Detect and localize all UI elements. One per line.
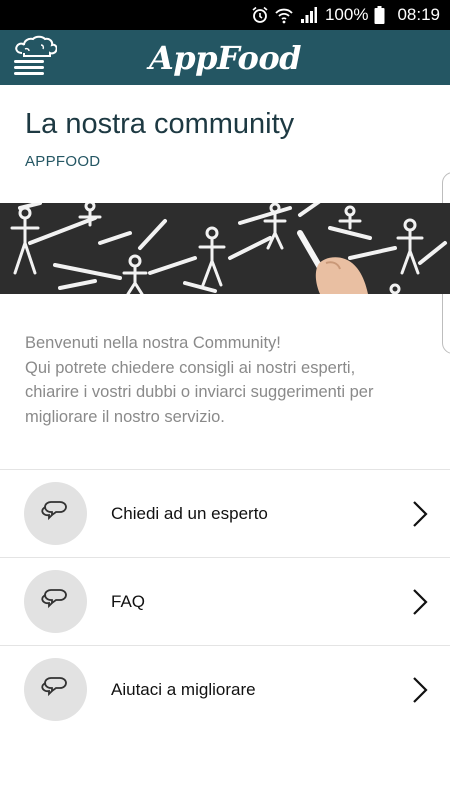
page-title: La nostra community — [25, 108, 295, 140]
intro-line: migliorare il nostro servizio. — [25, 407, 225, 426]
app-logo-title: AppFood — [148, 38, 302, 77]
hero-image — [0, 203, 450, 294]
chevron-right-icon — [412, 588, 428, 621]
battery-percentage: 100% — [324, 5, 369, 24]
item-avatar — [24, 658, 87, 721]
community-menu-list: Chiedi ad un esperto FAQ Aiutaci a migli… — [0, 469, 450, 733]
item-label: Aiutaci a migliorare — [111, 679, 256, 699]
item-label: FAQ — [111, 591, 146, 611]
page-header: La nostra community APPFOOD — [25, 108, 294, 170]
chat-bubbles-icon — [40, 675, 71, 704]
item-label: Chiedi ad un esperto — [111, 503, 268, 523]
list-item-faq[interactable]: FAQ — [0, 557, 450, 645]
item-avatar — [24, 482, 87, 545]
battery-icon — [374, 6, 385, 24]
chat-bubbles-icon — [40, 499, 71, 528]
item-avatar — [24, 570, 87, 633]
chevron-right-icon — [412, 500, 428, 533]
intro-line: chiarire i vostri dubbi o inviarci sugge… — [25, 383, 374, 401]
intro-line: Qui potrete chiedere consigli ai nostri … — [25, 358, 356, 377]
app-bar: AppFood — [0, 30, 450, 85]
status-bar: 100% 08:19 — [0, 0, 450, 30]
wifi-icon — [275, 6, 293, 24]
alarm-icon — [251, 6, 269, 24]
clock: 08:19 — [397, 5, 440, 24]
intro-text: Benvenuti nella nostra Community! Qui po… — [25, 331, 425, 429]
list-item-aiutaci-migliorare[interactable]: Aiutaci a migliorare — [0, 645, 450, 733]
chef-hat-menu-icon — [13, 35, 58, 80]
intro-line: Benvenuti nella nostra Community! — [25, 334, 281, 352]
chat-bubbles-icon — [40, 587, 71, 616]
menu-button[interactable] — [12, 35, 58, 80]
signal-icon — [299, 6, 317, 24]
page-subtitle: APPFOOD — [25, 153, 101, 170]
chevron-right-icon — [412, 676, 428, 709]
list-item-chiedi-esperto[interactable]: Chiedi ad un esperto — [0, 469, 450, 557]
